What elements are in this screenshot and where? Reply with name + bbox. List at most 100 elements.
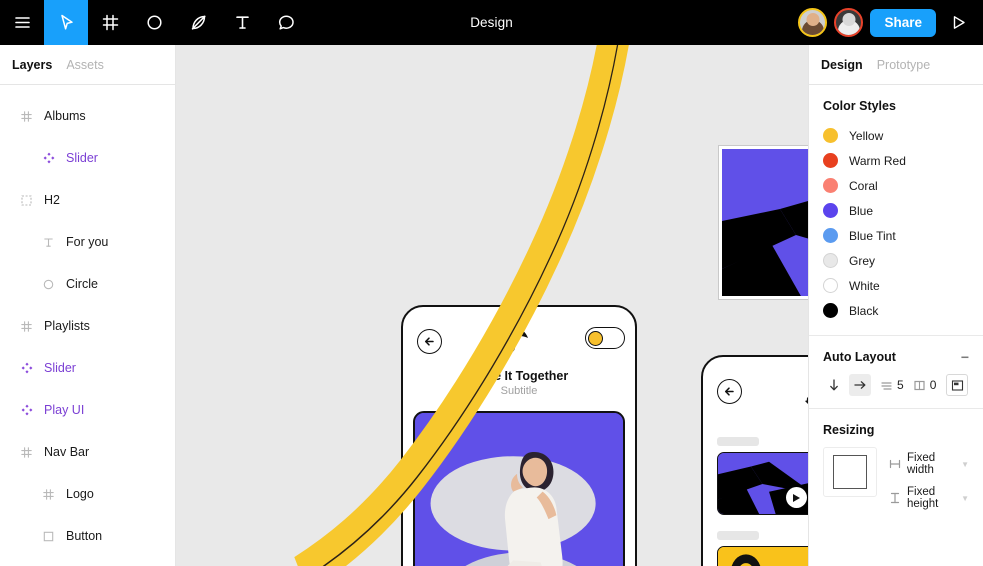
color-style-coral[interactable]: Coral [823,173,969,198]
canvas-content: Headline NEW! [176,45,808,566]
color-styles-list: Yellow Warm Red Coral Blue Blue Tint Grey Whit… [823,123,969,323]
phone-two-nav [703,357,808,419]
component-icon [42,152,55,165]
album-artwork-image [722,149,808,296]
arrow-left-icon [724,387,734,396]
avatar-user-2[interactable] [834,8,864,37]
phone-mockup-two[interactable]: % [701,355,808,566]
layer-label: For you [66,235,109,249]
auto-layout-collapse-button[interactable]: − [961,350,969,364]
play-button-overlay[interactable] [785,487,807,508]
color-style-label: White [849,278,880,293]
phone-one-heading: Make It Together Subtitle [403,369,635,397]
fixed-height-label: Fixed height [907,486,939,510]
design-canvas[interactable]: Headline NEW! [176,45,808,566]
color-swatch [823,178,838,193]
layer-row-circle[interactable]: Circle [0,263,175,305]
layer-label: Button [66,529,103,543]
color-swatch [823,228,838,243]
resizing-controls: Fixed width ▼ Fixed height ▼ [823,447,969,510]
phone-mockup-one[interactable]: Make It Together Subtitle [401,305,637,566]
vertical-direction-icon[interactable] [823,374,845,396]
text-tool-icon[interactable] [220,0,264,45]
frame-icon [20,320,33,333]
layer-label: Slider [44,361,76,375]
layer-row-albums[interactable]: Albums [0,95,175,137]
design-properties-panel: Design Prototype Color Styles Yellow Warm… [808,45,983,566]
phone-subtitle: Subtitle [500,385,538,397]
component-icon [20,404,33,417]
skeleton-label [717,437,759,446]
spacing-icon [880,379,893,392]
layer-label: Play UI [44,403,85,417]
color-style-yellow[interactable]: Yellow [823,123,969,148]
layer-row-slider[interactable]: Slider [0,137,175,179]
layer-label: Albums [44,109,86,123]
layer-label: Nav Bar [44,445,90,459]
color-style-label: Warm Red [849,153,906,168]
menu-icon[interactable] [0,0,44,45]
play-icon [792,493,800,502]
color-style-grey[interactable]: Grey [823,248,969,273]
ellipse-tool-icon[interactable] [132,0,176,45]
tab-layers[interactable]: Layers [12,58,52,72]
color-swatch [823,203,838,218]
layer-row-play-ui[interactable]: Play UI [0,389,175,431]
ellipse-icon [42,278,55,291]
color-style-warm-red[interactable]: Warm Red [823,148,969,173]
layer-row-button[interactable]: Button [0,515,175,557]
video-card[interactable] [717,452,808,515]
layer-row-h2[interactable]: H2 [0,179,175,221]
alignment-icon[interactable] [946,374,969,396]
padding-field[interactable]: 0 [908,378,936,392]
horizontal-resize-icon [889,458,901,470]
share-button[interactable]: Share [870,8,936,37]
resize-preview-box[interactable] [823,447,877,497]
layer-row-for-you[interactable]: For you [0,221,175,263]
back-button[interactable] [717,379,742,404]
frame-tool-icon[interactable] [88,0,132,45]
comment-tool-icon[interactable] [264,0,308,45]
chevron-down-icon[interactable]: ▼ [961,460,969,469]
album-artwork-frame[interactable] [718,145,808,300]
fixed-width-option[interactable]: Fixed width ▼ [889,452,969,476]
color-swatch [823,153,838,168]
resize-options: Fixed width ▼ Fixed height ▼ [889,447,969,510]
layer-label: Playlists [44,319,90,333]
layer-row-logo[interactable]: Logo [0,473,175,515]
layer-row-slider[interactable]: Slider [0,347,175,389]
hero-photo-card[interactable] [413,411,625,566]
auto-layout-controls: 5 0 [823,374,969,396]
album-card-row: % [703,546,808,566]
color-styles-header: Color Styles [823,99,969,113]
phone-one-nav [403,307,635,369]
spacing-field[interactable]: 5 [875,378,904,392]
chevron-down-icon[interactable]: ▼ [961,494,969,503]
rectangle-icon [42,530,55,543]
app-logo-icon [504,325,534,364]
present-play-icon[interactable] [943,0,973,45]
color-swatch [823,253,838,268]
move-tool-icon[interactable] [44,0,88,45]
tab-prototype[interactable]: Prototype [877,58,931,72]
color-style-label: Blue Tint [849,228,896,243]
back-button[interactable] [417,329,442,354]
tab-design[interactable]: Design [821,58,863,72]
avatar-user-1[interactable] [798,8,828,37]
layer-row-nav-bar[interactable]: Nav Bar [0,431,175,473]
top-toolbar: Design Share [0,0,983,45]
fixed-height-option[interactable]: Fixed height ▼ [889,486,969,510]
horizontal-direction-icon[interactable] [849,374,871,396]
color-style-blue[interactable]: Blue [823,198,969,223]
pen-tool-icon[interactable] [176,0,220,45]
layers-panel-tabs: Layers Assets [0,45,175,85]
settings-toggle[interactable] [585,327,625,349]
color-style-white[interactable]: White [823,273,969,298]
color-style-blue-tint[interactable]: Blue Tint [823,223,969,248]
album-card-yellow[interactable]: % [717,546,808,566]
color-style-black[interactable]: Black [823,298,969,323]
layer-row-playlists[interactable]: Playlists [0,305,175,347]
layers-panel: Layers Assets Albums Slider H2 For you Circl… [0,45,176,566]
tab-assets[interactable]: Assets [66,58,104,72]
layer-label: Circle [66,277,98,291]
